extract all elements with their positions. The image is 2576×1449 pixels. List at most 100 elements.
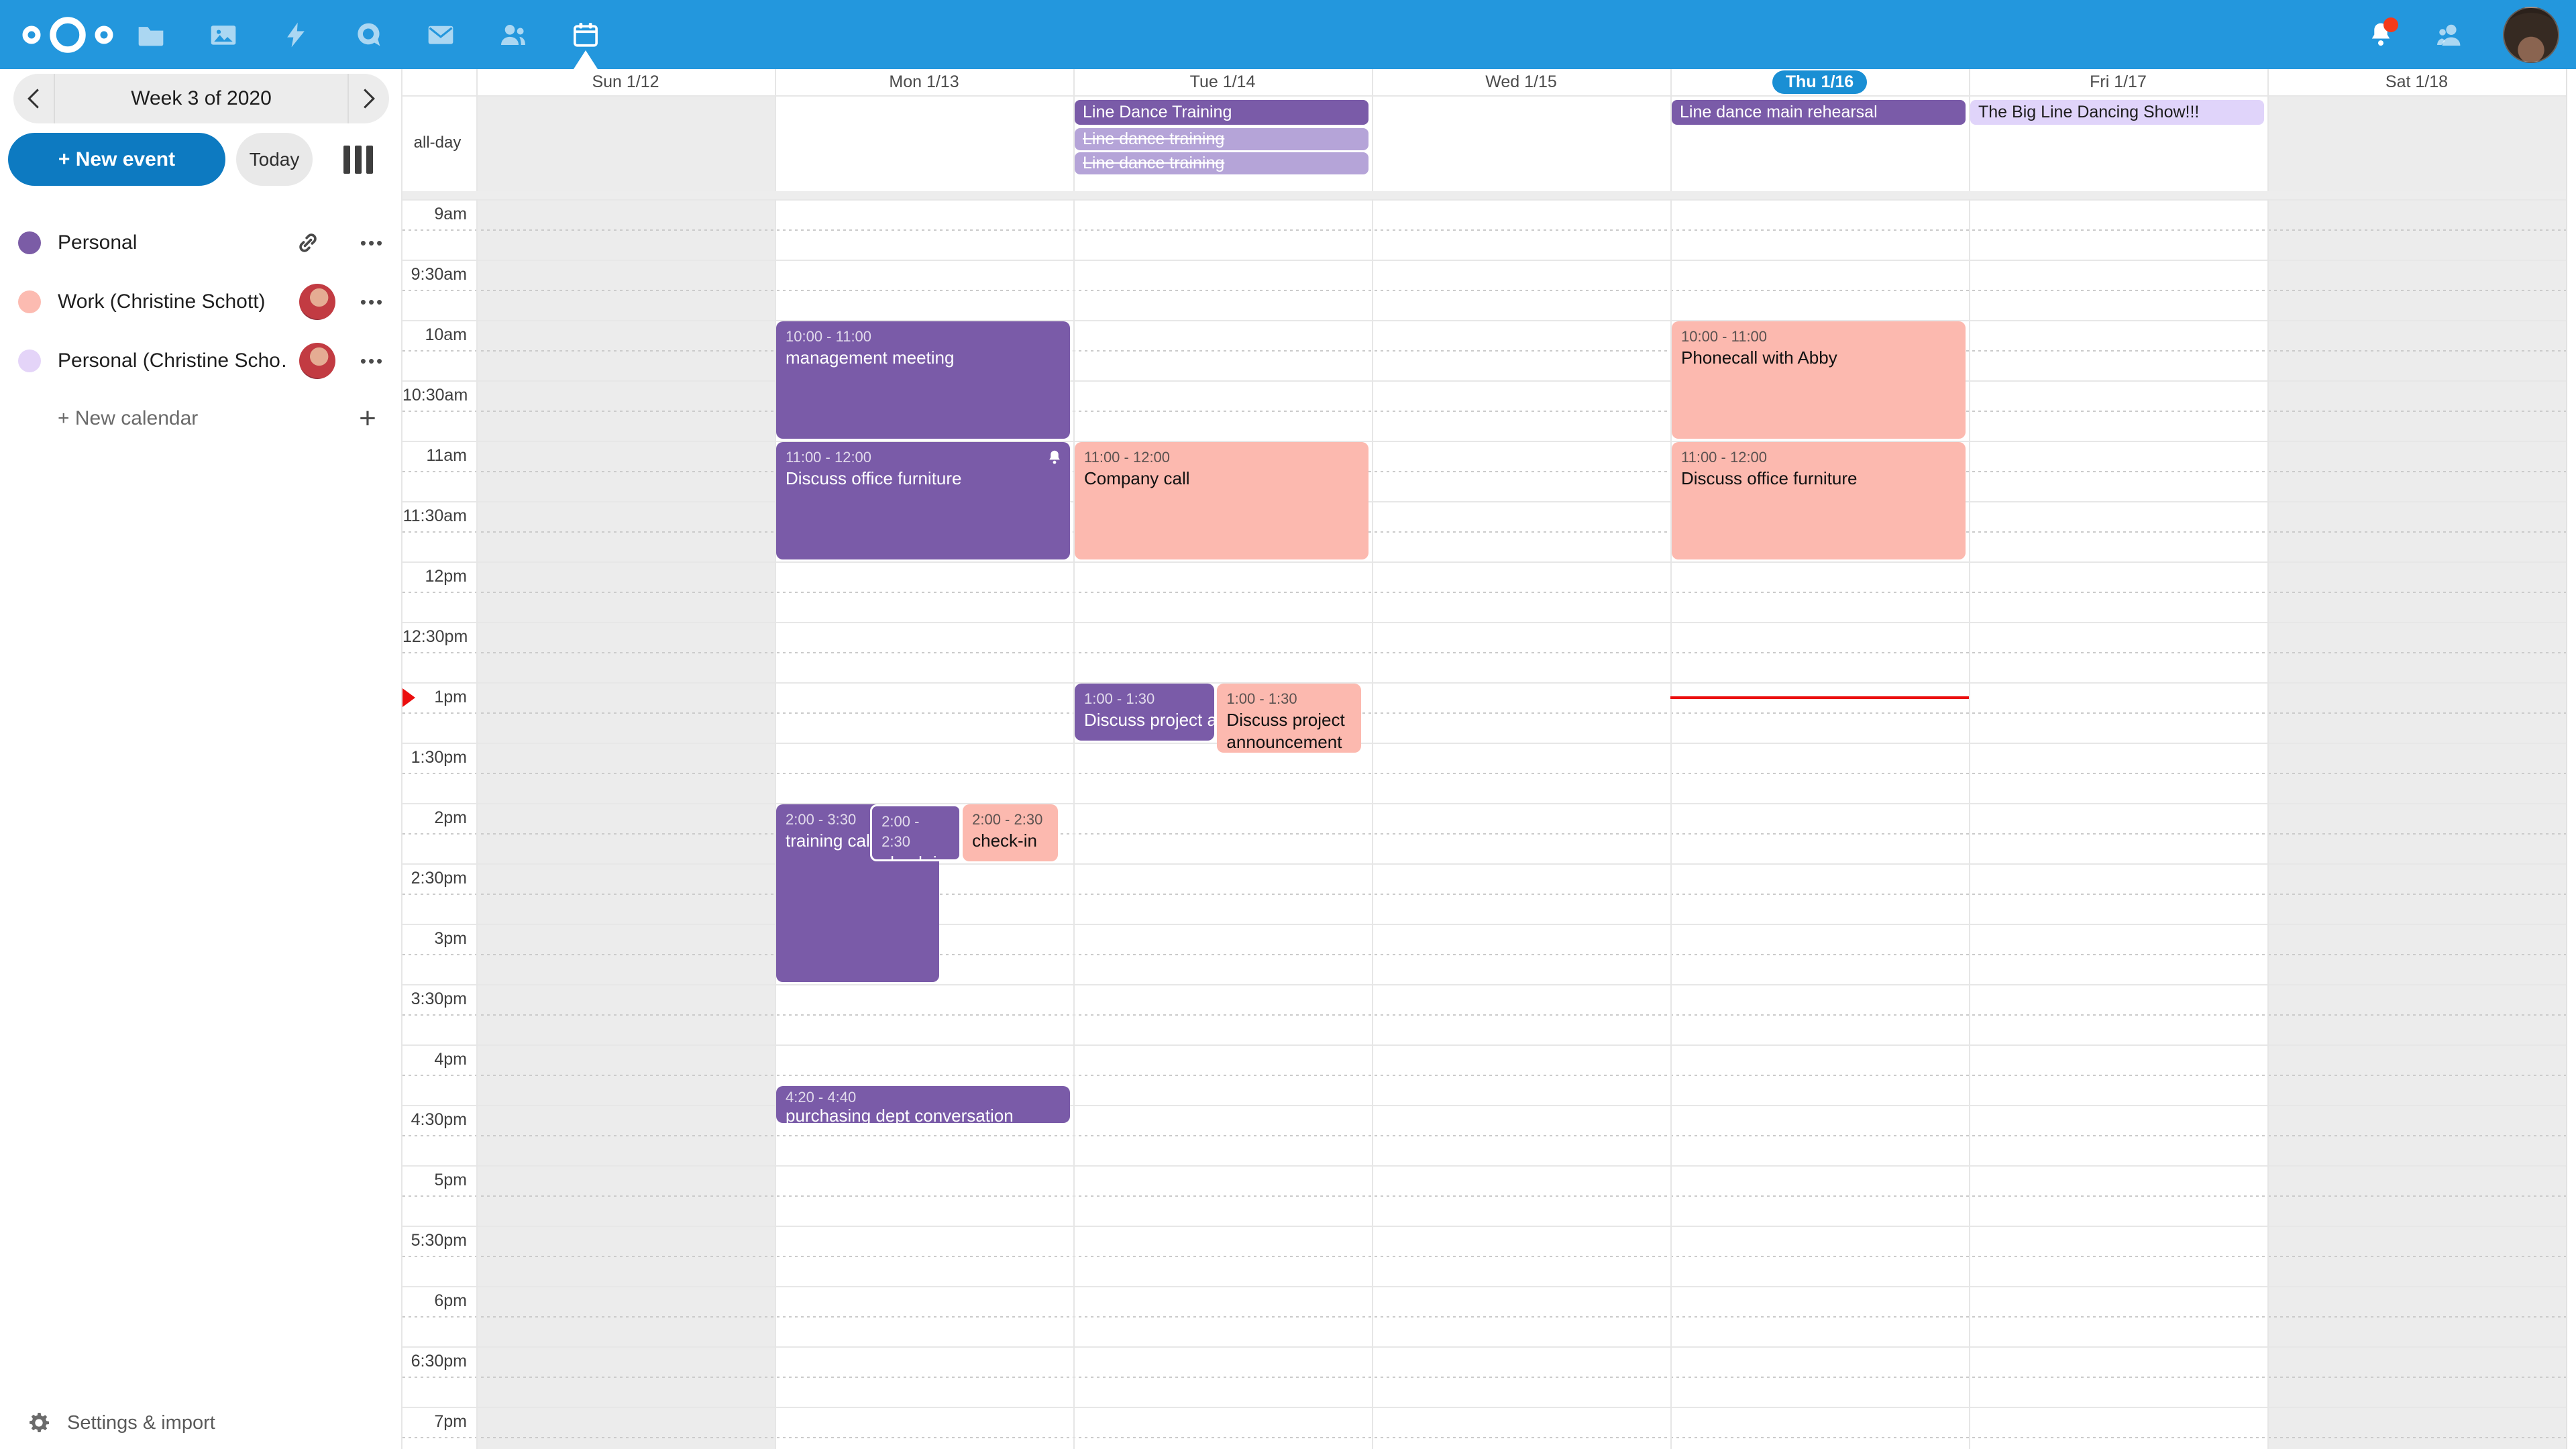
event[interactable]: 11:00 - 12:00Discuss office furniture — [776, 442, 1070, 559]
time-label: 10am — [402, 325, 467, 345]
column-divider — [2267, 69, 2269, 1449]
day-header-thu[interactable]: Thu 1/16 — [1670, 69, 1969, 95]
grid-dotted-line — [402, 833, 2566, 835]
user-avatar[interactable] — [2503, 7, 2559, 63]
chevron-right-icon — [360, 87, 378, 110]
weekend-shading — [2267, 95, 2566, 1449]
event[interactable]: 2:00 - 2:30check-in — [963, 804, 1058, 861]
event-time: 4:20 - 4:40 — [786, 1088, 1061, 1106]
photos-app-icon[interactable] — [209, 20, 238, 50]
grid-line — [402, 1165, 2566, 1167]
allday-event[interactable]: The Big Line Dancing Show!!! — [1970, 100, 2264, 125]
share-link-icon — [295, 230, 321, 256]
calendar-item-2[interactable]: Work (Christine Schott)••• — [0, 272, 402, 331]
column-divider — [476, 69, 478, 1449]
allday-event[interactable]: Line dance training — [1075, 128, 1368, 150]
event[interactable]: 11:00 - 12:00Company call — [1075, 442, 1368, 559]
grid-dotted-line — [402, 229, 2566, 231]
mail-app-icon[interactable] — [426, 20, 455, 50]
grid-line — [402, 803, 2566, 804]
column-divider — [1073, 69, 1075, 1449]
scrollbar-track[interactable] — [2566, 69, 2576, 1449]
event[interactable]: 11:00 - 12:00Discuss office furniture — [1672, 442, 1966, 559]
column-divider — [775, 69, 776, 1449]
view-mode-toggle[interactable] — [343, 146, 374, 174]
event[interactable]: 1:00 - 1:30Discuss project ann — [1075, 684, 1214, 741]
calendar-actions-menu[interactable]: ••• — [349, 272, 396, 331]
day-header-tue[interactable]: Tue 1/14 — [1073, 69, 1372, 95]
day-header-sun[interactable]: Sun 1/12 — [476, 69, 775, 95]
day-header-fri[interactable]: Fri 1/17 — [1969, 69, 2267, 95]
event[interactable]: 2:00 - 2:30check-in — [870, 804, 961, 861]
contacts-app-icon[interactable] — [498, 20, 528, 50]
activity-app-icon[interactable] — [281, 20, 311, 50]
today-pill: Thu 1/16 — [1772, 70, 1867, 94]
event[interactable]: 10:00 - 11:00Phonecall with Abby — [1672, 321, 1966, 439]
time-label: 2pm — [402, 808, 467, 828]
next-week-button[interactable] — [349, 74, 389, 123]
allday-event[interactable]: Line Dance Training — [1075, 100, 1368, 125]
share-link-button[interactable] — [295, 230, 321, 256]
calendar-item-3[interactable]: Personal (Christine Scho…••• — [0, 331, 402, 390]
top-bar — [0, 0, 2576, 69]
weekend-shading — [476, 95, 775, 1449]
new-event-button[interactable]: + New event — [8, 133, 225, 186]
grid-dotted-line — [402, 471, 2566, 472]
day-header-mon[interactable]: Mon 1/13 — [775, 69, 1073, 95]
event[interactable]: 4:20 - 4:40purchasing dept conversation — [776, 1086, 1070, 1123]
time-label: 9am — [402, 205, 467, 224]
grid-line — [402, 924, 2566, 925]
grid-line — [402, 561, 2566, 563]
grid-line — [402, 199, 2566, 201]
grid-line — [402, 863, 2566, 865]
today-button[interactable]: Today — [236, 133, 313, 186]
calendar-actions-menu[interactable]: ••• — [349, 213, 396, 272]
grid-dotted-line — [402, 1135, 2566, 1136]
calendar-color-dot — [18, 231, 41, 254]
nextcloud-logo[interactable] — [17, 9, 118, 60]
current-time-line — [1670, 696, 1969, 699]
grid-line — [402, 1346, 2566, 1348]
notifications-button[interactable] — [2366, 20, 2396, 50]
event-title: management meeting — [786, 347, 1061, 369]
time-label: 11:30am — [402, 506, 467, 526]
calendar-item-1[interactable]: Personal ••• — [0, 213, 402, 272]
calendar-name: Personal — [58, 213, 286, 272]
grid-dotted-line — [402, 954, 2566, 955]
time-label: 6pm — [402, 1291, 467, 1311]
active-app-caret — [574, 50, 598, 69]
time-label: 1:30pm — [402, 748, 467, 767]
event-time: 1:00 - 1:30 — [1084, 689, 1205, 709]
settings-import-label: Settings & import — [67, 1412, 215, 1434]
calendar-owner-avatar — [299, 343, 335, 379]
day-header-wed[interactable]: Wed 1/15 — [1372, 69, 1670, 95]
calendar-app-icon[interactable] — [571, 20, 600, 50]
grid-dotted-line — [402, 1256, 2566, 1257]
event-title: check-in — [972, 830, 1049, 852]
contacts-menu-button[interactable] — [2433, 19, 2465, 51]
allday-event[interactable]: Line dance main rehearsal — [1672, 100, 1966, 125]
event[interactable]: 10:00 - 11:00management meeting — [776, 321, 1070, 439]
grid-line — [402, 320, 2566, 321]
day-header-sat[interactable]: Sat 1/18 — [2267, 69, 2566, 95]
event[interactable]: 1:00 - 1:30Discuss project announcement — [1217, 684, 1361, 753]
grid-dotted-line — [402, 1437, 2566, 1438]
time-label: 12pm — [402, 567, 467, 586]
grid-line — [402, 1407, 2566, 1408]
new-calendar-button[interactable]: + New calendar — [58, 389, 198, 448]
event-time: 10:00 - 11:00 — [786, 327, 1061, 347]
calendar-grid: Sun 1/12Mon 1/13Tue 1/14Wed 1/15 Thu 1/16… — [402, 69, 2566, 1449]
previous-week-button[interactable] — [13, 74, 54, 123]
time-label: 3:30pm — [402, 989, 467, 1009]
event-time: 11:00 - 12:00 — [786, 447, 1061, 468]
grid-dotted-line — [402, 290, 2566, 291]
files-app-icon[interactable] — [136, 20, 166, 50]
time-label: 4pm — [402, 1050, 467, 1069]
settings-import-button[interactable]: Settings & import — [25, 1403, 215, 1443]
new-calendar-plus-icon[interactable]: + — [349, 389, 386, 448]
event-time: 11:00 - 12:00 — [1681, 447, 1956, 468]
talk-app-icon[interactable] — [354, 20, 383, 50]
calendar-actions-menu[interactable]: ••• — [349, 331, 396, 390]
week-label[interactable]: Week 3 of 2020 — [54, 74, 349, 123]
allday-event[interactable]: Line dance training — [1075, 152, 1368, 174]
